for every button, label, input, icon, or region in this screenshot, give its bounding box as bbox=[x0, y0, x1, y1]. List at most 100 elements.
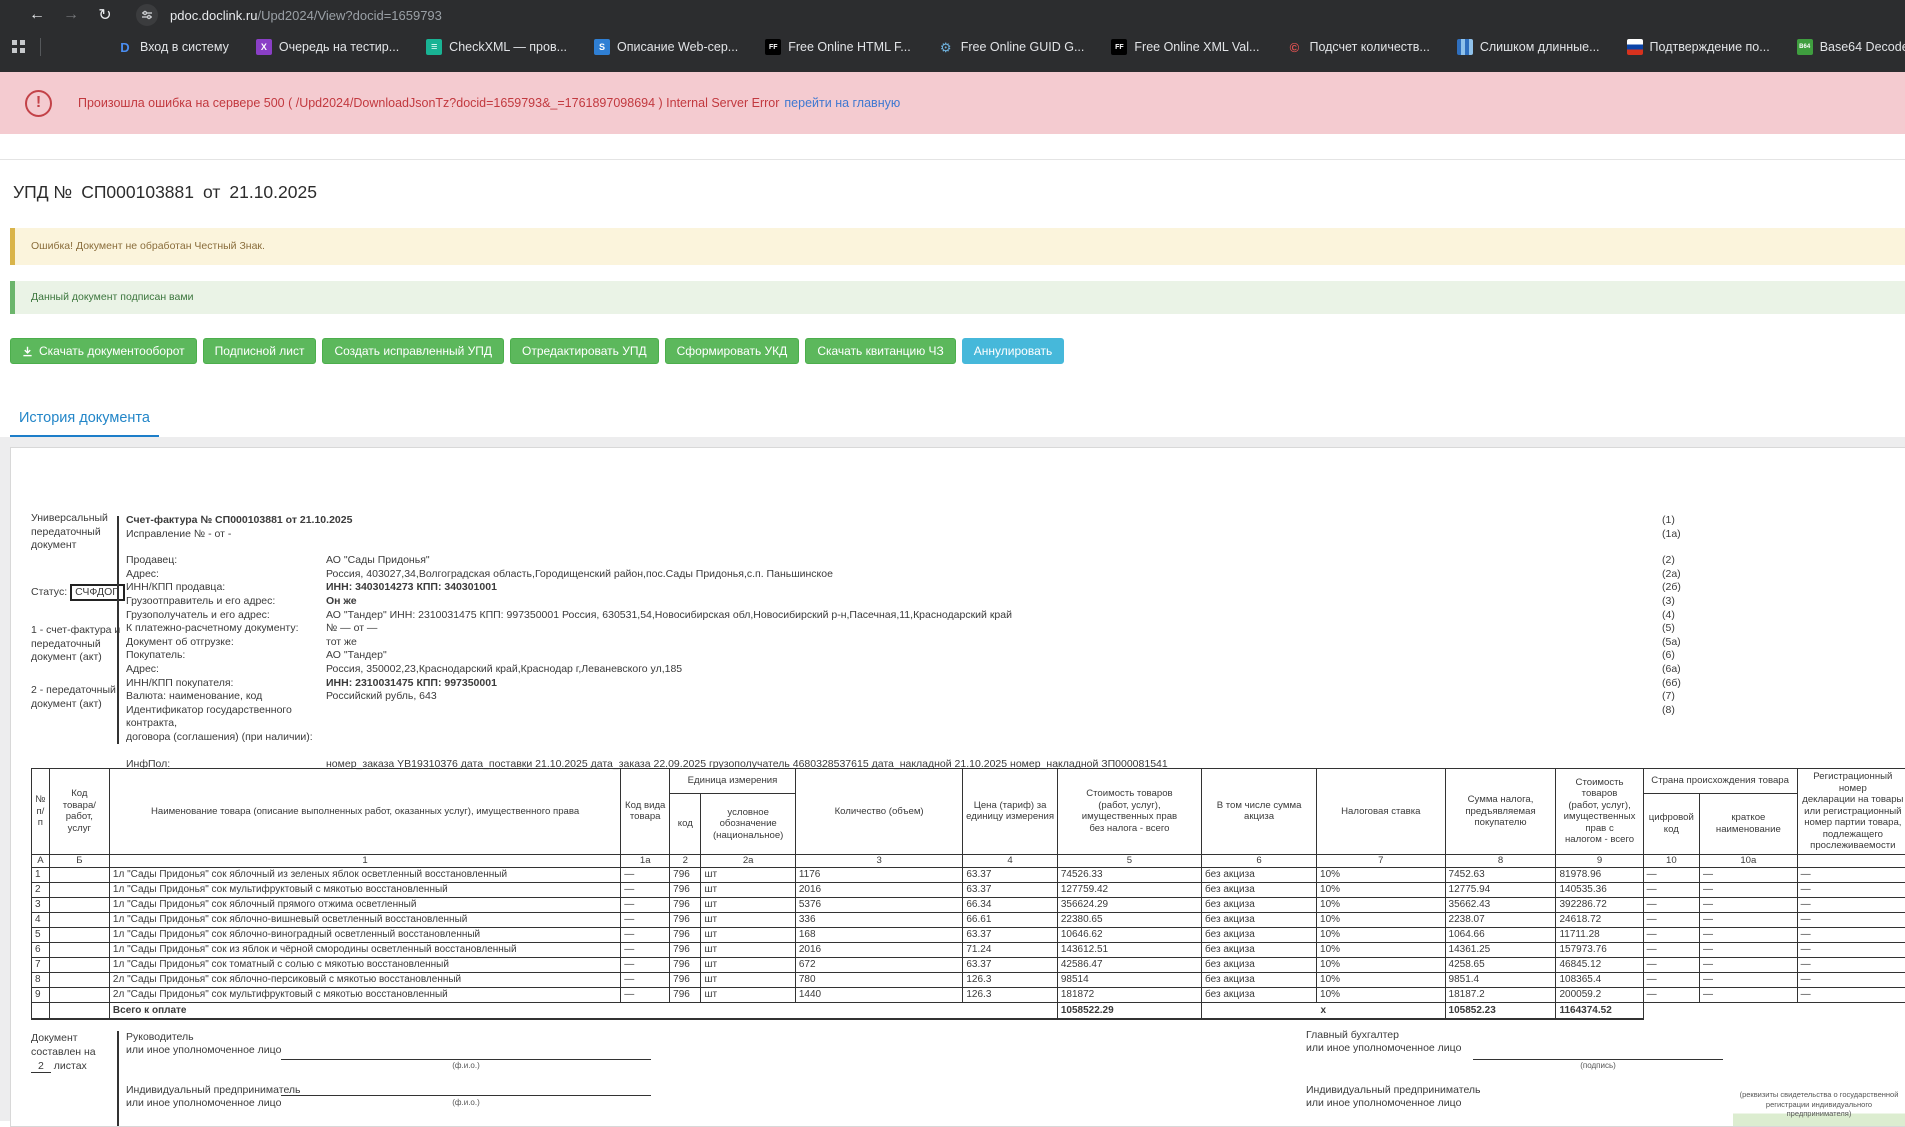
row-reg: — bbox=[1797, 897, 1905, 912]
row-reg: — bbox=[1797, 867, 1905, 882]
col-country-code: цифровой код bbox=[1643, 794, 1699, 854]
invoice-field-row: Валюта: наименование, код Российский руб… bbox=[126, 690, 1704, 704]
row-kind: — bbox=[621, 882, 670, 897]
doc-date-prep: от bbox=[203, 182, 220, 202]
go-to-main-link[interactable]: перейти на главную bbox=[784, 96, 900, 110]
row-country-name: — bbox=[1700, 927, 1798, 942]
row-rate: 10% bbox=[1317, 912, 1445, 927]
address-bar[interactable]: pdoc.doclink.ru/Upd2024/View?docid=16597… bbox=[170, 8, 442, 23]
annul-button[interactable]: Аннулировать bbox=[962, 338, 1064, 364]
col-unit-name: условное обозначение (национальное) bbox=[701, 794, 795, 854]
col-excise: В том числе сумма акциза bbox=[1202, 769, 1317, 855]
forward-icon[interactable]: → bbox=[54, 6, 88, 24]
create-corrected-upd-button[interactable]: Создать исправленный УПД bbox=[322, 338, 504, 364]
signed-message: Данный документ подписан вами bbox=[10, 281, 1905, 314]
col-country-group: Страна происхождения товара bbox=[1643, 769, 1797, 794]
field-value: ИНН: 3403014273 КПП: 340301001 bbox=[326, 581, 1662, 595]
bookmark-item[interactable]: S Описание Web-сер... bbox=[594, 39, 738, 55]
bookmark-favicon: ⚙ bbox=[938, 39, 954, 55]
invoice-field-row: Покупатель: АО "Тандер" (6) bbox=[126, 649, 1704, 663]
col-rate: Налоговая ставка bbox=[1317, 769, 1445, 855]
bookmark-label: Free Online GUID G... bbox=[961, 40, 1085, 54]
row-tax: 7452.63 bbox=[1445, 867, 1556, 882]
field-ref: (6а) bbox=[1662, 663, 1704, 677]
bookmark-favicon: B64 bbox=[1797, 39, 1813, 55]
signature-sheet-button[interactable]: Подписной лист bbox=[203, 338, 317, 364]
row-country-code: — bbox=[1643, 942, 1699, 957]
row-country-code: — bbox=[1643, 927, 1699, 942]
back-icon[interactable]: ← bbox=[20, 6, 54, 24]
row-unit-code: 796 bbox=[670, 972, 701, 987]
row-rate: 10% bbox=[1317, 972, 1445, 987]
row-price: 66.61 bbox=[963, 912, 1057, 927]
edit-upd-button[interactable]: Отредактировать УПД bbox=[510, 338, 659, 364]
field-ref: (6) bbox=[1662, 649, 1704, 663]
bookmark-item[interactable]: B64 Base64 Decode and... bbox=[1797, 39, 1905, 55]
bookmark-item[interactable]: FF Free Online XML Val... bbox=[1111, 39, 1259, 55]
bookmark-item[interactable]: © Подсчет количеств... bbox=[1286, 39, 1429, 55]
total-amount: 1058522.29 bbox=[1057, 1002, 1201, 1019]
bookmark-item[interactable]: D Вход в систему bbox=[117, 39, 229, 55]
status-label: Статус: bbox=[31, 586, 67, 598]
column-codes-row: А Б 1 1а 2 2а 3 4 5 6 7 8 9 10 10а bbox=[32, 854, 1905, 867]
row-amount: 22380.65 bbox=[1057, 912, 1201, 927]
bookmark-item[interactable]: ≡ CheckXML — пров... bbox=[426, 39, 567, 55]
col-kind: Код вида товара bbox=[621, 769, 670, 855]
goods-rows: 1 1л "Сады Придонья" сок яблочный из зел… bbox=[32, 867, 1905, 1002]
goods-row: 3 1л "Сады Придонья" сок яблочный прямог… bbox=[32, 897, 1905, 912]
row-rate: 10% bbox=[1317, 867, 1445, 882]
bookmark-item[interactable]: Слишком длинные... bbox=[1457, 39, 1600, 55]
tab-document-history[interactable]: История документа bbox=[10, 404, 159, 439]
invoice-field-row: ИНН/КПП продавца: ИНН: 3403014273 КПП: 3… bbox=[126, 581, 1704, 595]
apps-grid-icon[interactable] bbox=[12, 40, 24, 54]
col-country-name: краткое наименование bbox=[1700, 794, 1798, 854]
row-kind: — bbox=[621, 927, 670, 942]
bookmark-item[interactable]: X Очередь на тестир... bbox=[256, 39, 399, 55]
invoice-field-row: Грузополучатель и его адрес: АО "Тандер"… bbox=[126, 609, 1704, 623]
row-code bbox=[49, 927, 109, 942]
bookmark-item[interactable]: FF Free Online HTML F... bbox=[765, 39, 911, 55]
row-country-code: — bbox=[1643, 957, 1699, 972]
field-label: Адрес: bbox=[126, 663, 326, 677]
row-kind: — bbox=[621, 972, 670, 987]
doc-date: 21.10.2025 bbox=[229, 182, 317, 202]
reload-icon[interactable]: ↻ bbox=[88, 5, 122, 25]
goods-row: 2 1л "Сады Придонья" сок мультифруктовый… bbox=[32, 882, 1905, 897]
download-docflow-button[interactable]: Скачать документооборот bbox=[10, 338, 197, 364]
pages-note: Документ составлен на 2 листах bbox=[31, 1031, 96, 1073]
field-value bbox=[352, 514, 1662, 528]
row-total: 108365.4 bbox=[1556, 972, 1643, 987]
row-tax: 9851.4 bbox=[1445, 972, 1556, 987]
goods-row: 1 1л "Сады Придонья" сок яблочный из зел… bbox=[32, 867, 1905, 882]
invoice-field-row: Счет-фактура № СП000103881 от 21.10.2025… bbox=[126, 514, 1704, 528]
create-ukd-button[interactable]: Сформировать УКД bbox=[665, 338, 800, 364]
download-chz-receipt-button[interactable]: Скачать квитанцию ЧЗ bbox=[805, 338, 955, 364]
row-excise: без акциза bbox=[1202, 897, 1317, 912]
bookmark-item[interactable]: ⚙ Free Online GUID G... bbox=[938, 39, 1085, 55]
col-qty: Количество (объем) bbox=[795, 769, 963, 855]
bookmark-label: Вход в систему bbox=[140, 40, 229, 54]
field-value: АО "Тандер" bbox=[326, 649, 1662, 663]
row-reg: — bbox=[1797, 912, 1905, 927]
row-country-name: — bbox=[1700, 987, 1798, 1002]
row-amount: 127759.42 bbox=[1057, 882, 1201, 897]
row-unit-code: 796 bbox=[670, 957, 701, 972]
invoice-field-row: Продавец: АО "Сады Придонья" (2) bbox=[126, 554, 1704, 568]
row-code bbox=[49, 882, 109, 897]
site-info-icon[interactable] bbox=[136, 4, 158, 26]
download-icon bbox=[22, 346, 33, 357]
field-label: Покупатель: bbox=[126, 649, 326, 663]
bookmark-item[interactable]: Подтверждение по... bbox=[1627, 39, 1770, 55]
total-label: Всего к оплате bbox=[109, 1002, 1057, 1019]
accountant-signature-line bbox=[1473, 1059, 1723, 1060]
row-tax: 4258.65 bbox=[1445, 957, 1556, 972]
row-qty: 1440 bbox=[795, 987, 963, 1002]
bookmark-label: Подсчет количеств... bbox=[1309, 40, 1429, 54]
field-ref: (6б) bbox=[1662, 677, 1704, 691]
url-path: /Upd2024/View?docid=1659793 bbox=[257, 8, 441, 23]
row-code bbox=[49, 912, 109, 927]
ip-certificate-note: (реквизиты свидетельства о государственн… bbox=[1733, 1090, 1905, 1127]
doc-type-label: Универсальный передаточный документ bbox=[31, 512, 123, 553]
action-buttons: Скачать документооборот Подписной лист С… bbox=[10, 338, 1064, 364]
row-qty: 336 bbox=[795, 912, 963, 927]
